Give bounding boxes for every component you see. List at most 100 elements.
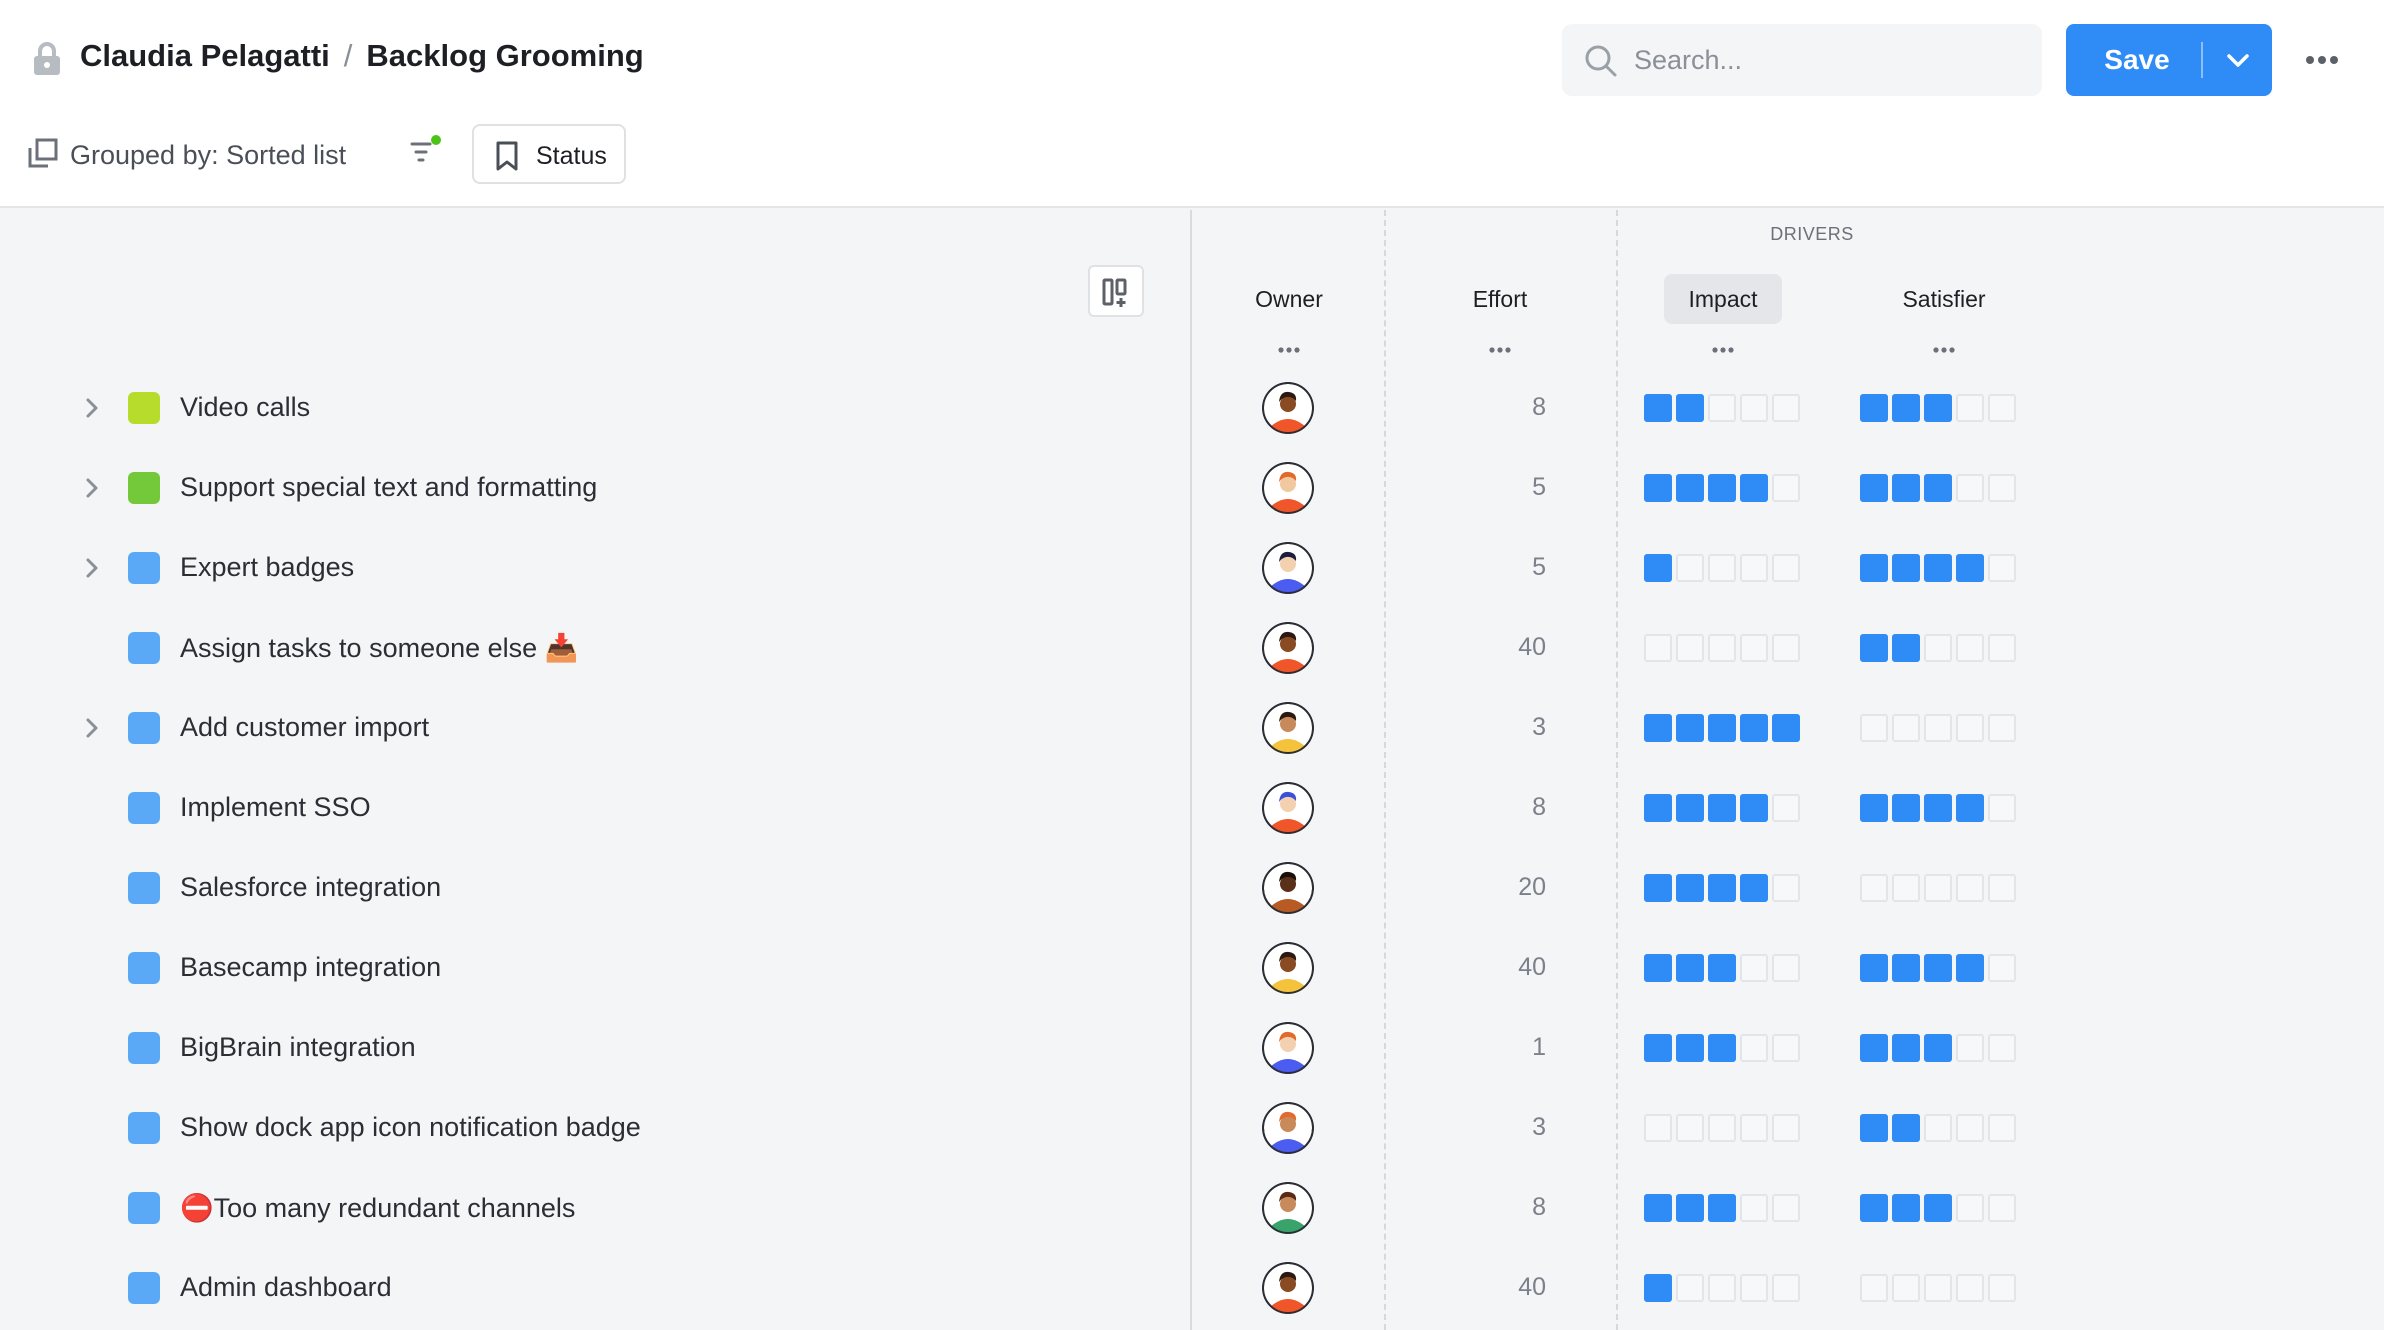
impact-rating-segment[interactable]	[1676, 474, 1704, 502]
satisfier-rating-segment[interactable]	[1860, 474, 1888, 502]
chevron-right-icon[interactable]	[80, 716, 104, 740]
impact-rating-segment[interactable]	[1676, 1274, 1704, 1302]
impact-rating-segment[interactable]	[1708, 1034, 1736, 1062]
owner-avatar[interactable]	[1262, 542, 1314, 594]
owner-avatar[interactable]	[1262, 862, 1314, 914]
satisfier-rating-segment[interactable]	[1892, 634, 1920, 662]
impact-rating[interactable]	[1644, 1114, 1804, 1144]
owner-column-menu-icon[interactable]	[1269, 340, 1309, 360]
item-status-color[interactable]	[128, 792, 160, 824]
impact-rating-segment[interactable]	[1772, 794, 1800, 822]
owner-avatar[interactable]	[1262, 382, 1314, 434]
satisfier-rating[interactable]	[1860, 474, 2020, 504]
impact-rating-segment[interactable]	[1772, 634, 1800, 662]
satisfier-rating-segment[interactable]	[1956, 714, 1984, 742]
item-title[interactable]: Add customer import	[180, 712, 429, 743]
item-status-color[interactable]	[128, 952, 160, 984]
satisfier-rating-segment[interactable]	[1892, 1034, 1920, 1062]
item-status-color[interactable]	[128, 472, 160, 504]
satisfier-rating-segment[interactable]	[1860, 1194, 1888, 1222]
effort-value[interactable]: 40	[1486, 1273, 1546, 1302]
impact-rating[interactable]	[1644, 1034, 1804, 1064]
effort-value[interactable]: 8	[1486, 793, 1546, 822]
impact-rating-segment[interactable]	[1772, 1034, 1800, 1062]
owner-avatar[interactable]	[1262, 1102, 1314, 1154]
satisfier-rating-segment[interactable]	[1956, 1194, 1984, 1222]
impact-rating-segment[interactable]	[1644, 394, 1672, 422]
owner-avatar[interactable]	[1262, 782, 1314, 834]
satisfier-rating-segment[interactable]	[1860, 954, 1888, 982]
satisfier-rating-segment[interactable]	[1892, 954, 1920, 982]
satisfier-rating-segment[interactable]	[1956, 474, 1984, 502]
impact-rating[interactable]	[1644, 474, 1804, 504]
impact-rating-segment[interactable]	[1676, 794, 1704, 822]
impact-rating-segment[interactable]	[1676, 714, 1704, 742]
impact-rating-segment[interactable]	[1740, 794, 1768, 822]
satisfier-rating-segment[interactable]	[1956, 1274, 1984, 1302]
effort-value[interactable]: 8	[1486, 1193, 1546, 1222]
owner-avatar[interactable]	[1262, 702, 1314, 754]
impact-rating[interactable]	[1644, 714, 1804, 744]
satisfier-rating[interactable]	[1860, 1034, 2020, 1064]
more-horizontal-icon[interactable]	[2302, 44, 2342, 76]
impact-column-menu-icon[interactable]	[1703, 340, 1743, 360]
satisfier-rating[interactable]	[1860, 554, 2020, 584]
owner-avatar[interactable]	[1262, 1182, 1314, 1234]
satisfier-rating[interactable]	[1860, 634, 2020, 664]
satisfier-rating-segment[interactable]	[1892, 554, 1920, 582]
column-header-satisfier[interactable]: Satisfier	[1884, 274, 2004, 324]
impact-rating-segment[interactable]	[1676, 554, 1704, 582]
grouped-by-label[interactable]: Grouped by: Sorted list	[70, 140, 346, 171]
impact-rating-segment[interactable]	[1644, 1114, 1672, 1142]
impact-rating-segment[interactable]	[1708, 954, 1736, 982]
satisfier-rating-segment[interactable]	[1924, 1034, 1952, 1062]
item-title[interactable]: Basecamp integration	[180, 952, 441, 983]
column-header-owner[interactable]: Owner	[1236, 274, 1342, 324]
satisfier-rating-segment[interactable]	[1988, 474, 2016, 502]
impact-rating-segment[interactable]	[1772, 474, 1800, 502]
satisfier-rating-segment[interactable]	[1956, 794, 1984, 822]
satisfier-rating-segment[interactable]	[1956, 954, 1984, 982]
impact-rating-segment[interactable]	[1644, 634, 1672, 662]
impact-rating-segment[interactable]	[1644, 794, 1672, 822]
item-status-color[interactable]	[128, 712, 160, 744]
satisfier-rating[interactable]	[1860, 794, 2020, 824]
item-title[interactable]: Admin dashboard	[180, 1272, 392, 1303]
list-item[interactable]: Assign tasks to someone else 📥	[0, 608, 1192, 688]
owner-avatar[interactable]	[1262, 1262, 1314, 1314]
impact-rating-segment[interactable]	[1644, 1274, 1672, 1302]
list-item[interactable]: Support special text and formatting	[0, 448, 1192, 528]
satisfier-rating-segment[interactable]	[1924, 1274, 1952, 1302]
satisfier-rating-segment[interactable]	[1924, 634, 1952, 662]
impact-rating-segment[interactable]	[1772, 554, 1800, 582]
effort-value[interactable]: 5	[1486, 553, 1546, 582]
impact-rating-segment[interactable]	[1772, 874, 1800, 902]
satisfier-rating[interactable]	[1860, 1274, 2020, 1304]
chevron-right-icon[interactable]	[80, 396, 104, 420]
item-title[interactable]: Support special text and formatting	[180, 472, 597, 503]
item-status-color[interactable]	[128, 872, 160, 904]
impact-rating-segment[interactable]	[1708, 394, 1736, 422]
satisfier-rating-segment[interactable]	[1988, 794, 2016, 822]
impact-rating-segment[interactable]	[1708, 554, 1736, 582]
list-item[interactable]: Implement SSO	[0, 768, 1192, 848]
satisfier-rating-segment[interactable]	[1956, 874, 1984, 902]
impact-rating-segment[interactable]	[1676, 954, 1704, 982]
impact-rating-segment[interactable]	[1644, 1194, 1672, 1222]
satisfier-rating-segment[interactable]	[1892, 1274, 1920, 1302]
impact-rating-segment[interactable]	[1740, 634, 1768, 662]
satisfier-rating-segment[interactable]	[1956, 634, 1984, 662]
satisfier-rating-segment[interactable]	[1924, 874, 1952, 902]
satisfier-rating-segment[interactable]	[1988, 554, 2016, 582]
impact-rating-segment[interactable]	[1676, 394, 1704, 422]
item-title[interactable]: ⛔Too many redundant channels	[180, 1192, 575, 1224]
column-options-button[interactable]	[1088, 265, 1144, 317]
list-item[interactable]: Show dock app icon notification badge	[0, 1088, 1192, 1168]
column-header-impact[interactable]: Impact	[1664, 274, 1782, 324]
search-box[interactable]	[1562, 24, 2042, 96]
save-options-button[interactable]	[2204, 24, 2272, 96]
impact-rating-segment[interactable]	[1708, 1114, 1736, 1142]
satisfier-rating-segment[interactable]	[1924, 954, 1952, 982]
item-status-color[interactable]	[128, 1272, 160, 1304]
save-button[interactable]: Save	[2066, 24, 2208, 96]
